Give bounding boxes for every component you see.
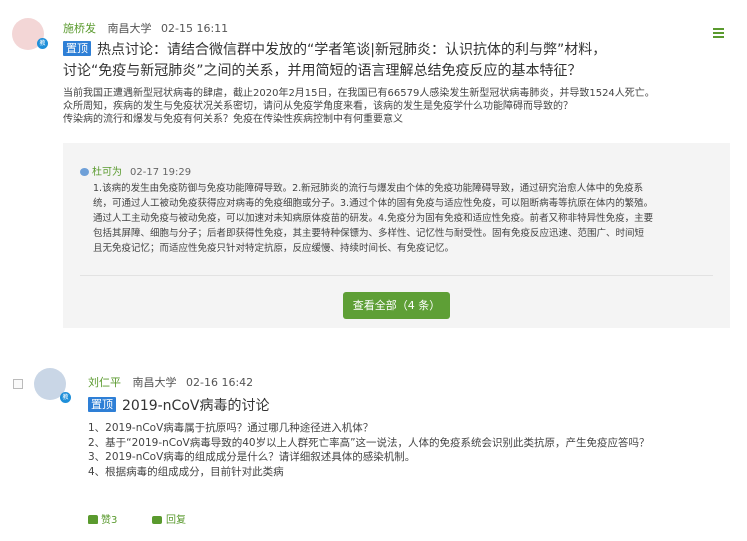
reply-time: 02-17 19:29	[130, 167, 192, 178]
post-title-line-2: 讨论“免疫与新冠肺炎”之间的关系，并用简短的语言理解总结免疫反应的基本特征？	[63, 63, 582, 79]
post-meta: 施桥发 南昌大学 02-15 16:11	[63, 20, 228, 36]
reply-meta: 杜可为 02-17 19:29	[80, 163, 191, 178]
view-all-replies-button[interactable]: 查看全部（4 条）	[343, 292, 450, 319]
reply-button[interactable]: 回复	[152, 511, 186, 526]
post-body-line: 2、基于“2019-nCoV病毒导致的40岁以上人群死亡率高”这一说法，人体的免…	[88, 436, 650, 449]
post-body-line: 1、2019-nCoV病毒属于抗原吗？通过哪几种途径进入机体？	[88, 422, 374, 434]
author-school: 南昌大学	[132, 376, 177, 389]
reply-line: 1.该病的发生由免疫防御与免疫功能障碍导致。2.新冠肺炎的流行与爆发由个体的免疫…	[93, 183, 644, 194]
thumbs-up-icon	[88, 515, 98, 524]
post-title[interactable]: 置顶 热点讨论：请结合微信群中发放的“学者笔谈|新冠肺炎：认识抗体的利与弊”材料，	[63, 40, 606, 61]
reply-line: 包括其屏障、细胞与分子；后者即获得性免疫，其主要特种保镖为、多样性、记忆性与耐受…	[93, 228, 645, 239]
post-meta: 刘仁平 南昌大学 02-16 16:42	[88, 374, 253, 390]
post-body-line: 众所周知，疾病的发生与免疫状况关系密切，请问从免疫学角度来看，该病的发生是免疫学…	[63, 101, 573, 112]
pinned-badge: 置顶	[63, 41, 91, 56]
post-body: 1、2019-nCoV病毒属于抗原吗？通过哪几种途径进入机体？ 2、基于“201…	[88, 421, 650, 479]
reply-line: 通过人工主动免疫与被动免疫，可以加速对未知病原体疫苗的研发。4.免疫分为固有免疫…	[93, 213, 654, 224]
reply-label: 回复	[166, 515, 186, 526]
post-title-line-1: 热点讨论：请结合微信群中发放的“学者笔谈|新冠肺炎：认识抗体的利与弊”材料，	[97, 42, 607, 58]
reply-text: 1.该病的发生由免疫防御与免疫功能障碍导致。2.新冠肺炎的流行与爆发由个体的免疫…	[93, 181, 653, 256]
comment-icon	[152, 516, 162, 524]
like-count: 赞3	[101, 515, 118, 526]
post-body-line: 当前我国正遭遇新型冠状病毒的肆虐，截止2020年2月15日，在我国已有66579…	[63, 88, 655, 99]
reply-avatar-icon	[80, 168, 89, 176]
reply-preview: 杜可为 02-17 19:29 1.该病的发生由免疫防御与免疫功能障碍导致。2.新…	[63, 143, 730, 328]
post-body: 当前我国正遭遇新型冠状病毒的肆虐，截止2020年2月15日，在我国已有66579…	[63, 87, 655, 126]
select-checkbox[interactable]	[13, 379, 23, 389]
post-time: 02-15 16:11	[161, 22, 229, 35]
teacher-badge: 教	[60, 392, 71, 403]
reply-author[interactable]: 杜可为	[92, 167, 122, 178]
post-body-line: 3、2019-nCoV病毒的组成成分是什么？请详细叙述具体的感染机制。	[88, 451, 416, 463]
post-title-text: 2019-nCoV病毒的讨论	[122, 398, 270, 414]
teacher-badge: 教	[37, 38, 48, 49]
hamburger-menu-icon[interactable]	[713, 28, 724, 40]
author-name[interactable]: 刘仁平	[88, 376, 121, 389]
reply-line: 且无免疫记忆；而适应性免疫只针对特定抗原，反应缓慢、持续时间长、有免疫记忆。	[93, 243, 455, 254]
post-time: 02-16 16:42	[186, 376, 254, 389]
author-school: 南昌大学	[107, 22, 152, 35]
pinned-badge: 置顶	[88, 397, 116, 412]
divider	[80, 275, 713, 276]
like-button[interactable]: 赞3	[88, 511, 117, 526]
post-title[interactable]: 置顶 2019-nCoV病毒的讨论	[88, 396, 269, 417]
reply-line: 统，可通过人工被动免疫获得应对病毒的免疫细胞或分子。3.通过个体的固有免疫与适应…	[93, 198, 654, 209]
author-name[interactable]: 施桥发	[63, 22, 96, 35]
post-body-line: 4、根据病毒的组成成分，目前针对此类病	[88, 465, 284, 478]
post-body-line: 传染病的流行和爆发与免疫有何关系？免疫在传染性疾病控制中有何重要意义	[63, 114, 403, 125]
